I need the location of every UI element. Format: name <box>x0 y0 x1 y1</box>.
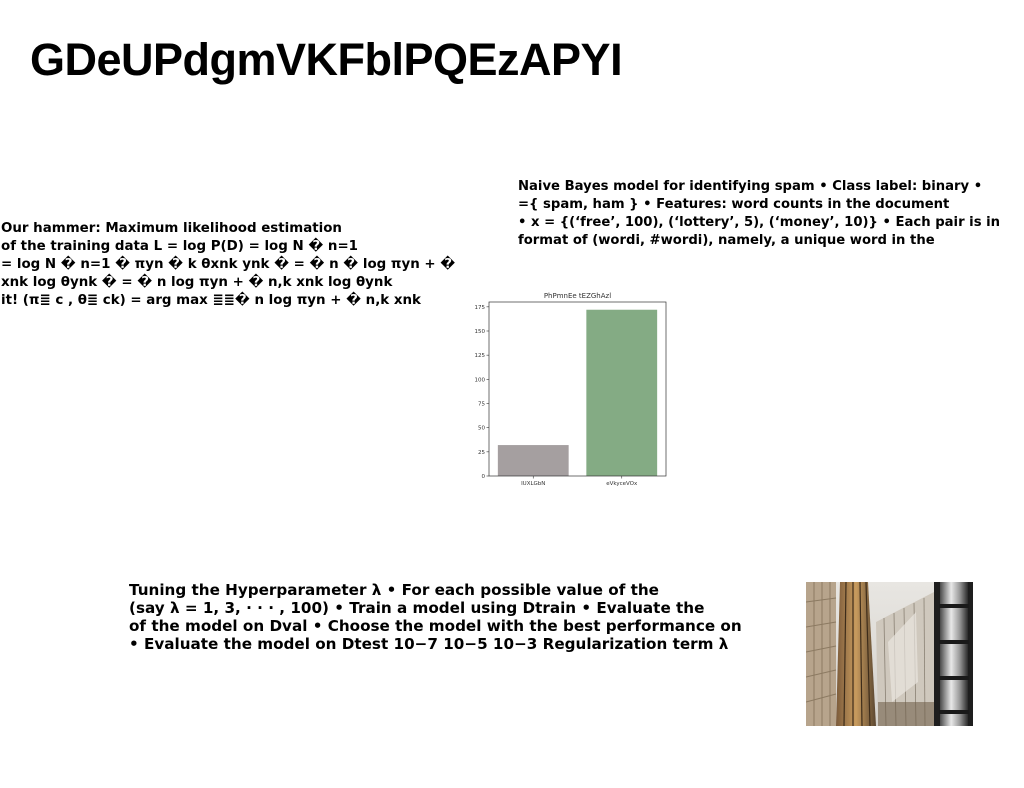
text-line: format of (wordi, #wordi), namely, a uni… <box>518 233 935 248</box>
text-line: of the model on Dval • Choose the model … <box>129 617 742 635</box>
x-tick-label: eVkyceVOx <box>606 481 638 487</box>
y-tick-label: 100 <box>475 377 486 383</box>
y-tick-label: 150 <box>475 329 486 335</box>
text-line: it! (π≣ c , θ≣ ck) = arg max ≣≣� n log π… <box>1 293 421 308</box>
y-tick-label: 0 <box>482 474 486 480</box>
text-line: Our hammer: Maximum likelihood estimatio… <box>1 221 342 236</box>
text-line: • Evaluate the model on Dtest 10−7 10−5 … <box>129 635 729 653</box>
text-line: • x = {(‘free’, 100), (‘lottery’, 5), (‘… <box>518 215 1001 230</box>
text-line: of the training data L = log P(D) = log … <box>1 239 358 254</box>
text-line: = log N � n=1 � πyn � k θxnk ynk � = � n… <box>1 257 456 272</box>
spam-text-block: Naive Bayes model for identifying spam •… <box>518 178 1000 250</box>
y-tick-label: 75 <box>478 402 485 408</box>
text-line: Naive Bayes model for identifying spam •… <box>518 179 983 194</box>
building-photo <box>806 582 973 726</box>
text-line: ={ spam, ham } • Features: word counts i… <box>518 197 950 212</box>
bar-chart: PhPmnEe tEZGhAzl IUXLGbN eVkyceVOx 0 25 50 75 1… <box>462 288 670 490</box>
y-tick-label: 175 <box>475 305 486 311</box>
tuning-text-block: Tuning the Hyperparameter λ • For each p… <box>129 581 742 653</box>
x-tick-label: IUXLGbN <box>521 481 545 487</box>
y-tick-label: 25 <box>478 450 485 456</box>
building-facade-photo <box>806 582 973 726</box>
mle-text-block: Our hammer: Maximum likelihood estimatio… <box>1 220 455 310</box>
y-tick-label: 50 <box>478 426 485 432</box>
bar <box>586 309 658 476</box>
text-line: (say λ = 1, 3, · · · , 100) • Train a mo… <box>129 599 705 617</box>
page-title: GDeUPdgmVKFblPQEzAPYI <box>30 34 623 85</box>
text-line: xnk log θynk � = � n log πyn + � n,k xnk… <box>1 275 393 290</box>
y-tick-label: 125 <box>475 353 486 359</box>
chart-title: PhPmnEe tEZGhAzl <box>544 292 611 300</box>
bar <box>497 445 569 476</box>
bar-chart-svg: PhPmnEe tEZGhAzl IUXLGbN eVkyceVOx 0 25 50 75 1… <box>475 292 667 487</box>
text-line: Tuning the Hyperparameter λ • For each p… <box>129 581 659 599</box>
